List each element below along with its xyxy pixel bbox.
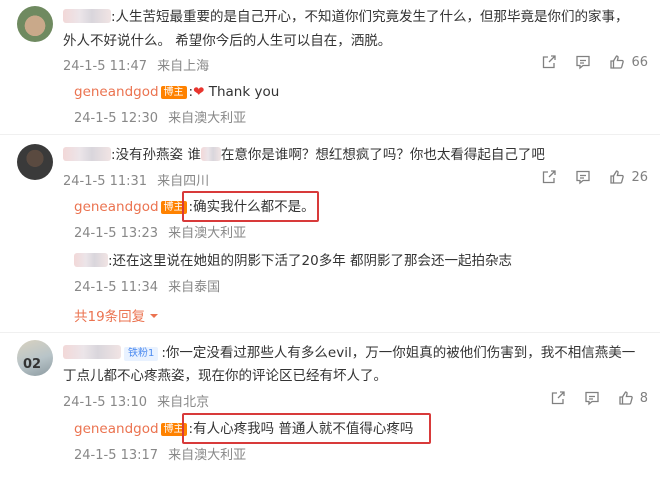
reply-date: 24-1-5 11:34 bbox=[74, 280, 159, 295]
chevron-down-icon bbox=[150, 314, 159, 318]
like-count: 8 bbox=[639, 390, 648, 406]
reply-text: geneandgod 博主:❤ Thank you bbox=[74, 84, 280, 100]
more-replies-link[interactable]: 共19条回复 bbox=[74, 305, 159, 325]
comment-location: 来自四川 bbox=[157, 174, 210, 189]
comment-button[interactable] bbox=[584, 390, 600, 406]
reply-location: 来自澳大利亚 bbox=[168, 226, 247, 241]
comment-meta: 24-1-5 11:31 来自四川 bbox=[63, 170, 219, 189]
like-button[interactable]: 66 bbox=[609, 54, 648, 70]
like-icon bbox=[610, 170, 625, 184]
divider bbox=[0, 134, 660, 135]
like-icon bbox=[619, 391, 633, 405]
heart-emoji: ❤ bbox=[193, 84, 205, 100]
comment-text: :人生苦短最重要的是自己开心，不知道你们究竟发生了什么，但那毕竟是你们的家事， bbox=[63, 8, 629, 26]
share-icon bbox=[543, 170, 557, 184]
comment-location: 来自上海 bbox=[157, 59, 210, 74]
comment-date: 24-1-5 13:10 bbox=[63, 395, 148, 410]
blurred-username[interactable] bbox=[63, 147, 111, 161]
avatar[interactable] bbox=[17, 6, 53, 42]
reply-date: 24-1-5 13:23 bbox=[74, 226, 159, 241]
reply-location: 来自澳大利亚 bbox=[168, 448, 247, 463]
divider bbox=[0, 332, 660, 333]
reply-meta: 24-1-5 13:17 来自澳大利亚 bbox=[74, 444, 256, 463]
comment-icon bbox=[576, 170, 591, 185]
comment-actions: 8 bbox=[532, 390, 648, 406]
host-badge: 博主 bbox=[160, 86, 187, 99]
like-icon bbox=[610, 55, 625, 69]
fan-badge: 铁粉1 bbox=[124, 347, 159, 361]
comment-date: 24-1-5 11:31 bbox=[63, 174, 148, 189]
comment-meta: 24-1-5 13:10 来自北京 bbox=[63, 391, 219, 410]
like-count: 66 bbox=[631, 54, 648, 70]
reply-location: 来自泰国 bbox=[168, 280, 221, 295]
avatar[interactable] bbox=[17, 144, 53, 180]
like-count: 26 bbox=[631, 169, 648, 185]
reply-author[interactable]: geneandgod bbox=[74, 199, 159, 215]
share-button[interactable] bbox=[541, 54, 557, 70]
reply-author[interactable]: geneandgod bbox=[74, 84, 159, 100]
comment-actions: 66 bbox=[523, 54, 648, 70]
blurred-word bbox=[200, 147, 221, 161]
comment-text: 铁粉1:你一定没看过那些人有多么evil，万一你姐真的被他们伤害到，我不相信燕美… bbox=[63, 344, 635, 362]
share-icon bbox=[543, 55, 557, 69]
comment-text-line2: 外人不好说什么。 希望你今后的人生可以自在，洒脱。 bbox=[63, 33, 392, 49]
blurred-username[interactable] bbox=[63, 345, 121, 359]
comment-text-line2: 丁点儿都不心疼燕姿，现在你的评论区已经有坏人了。 bbox=[63, 368, 387, 384]
like-button[interactable]: 26 bbox=[609, 169, 648, 185]
share-button[interactable] bbox=[550, 390, 566, 406]
comment-button[interactable] bbox=[575, 169, 591, 185]
comment-meta: 24-1-5 11:47 来自上海 bbox=[63, 55, 219, 74]
comment-text: :没有孙燕姿 谁在意你是谁啊？想红想疯了吗？你也太看得起自己了吧 bbox=[63, 146, 545, 164]
reply-meta: 24-1-5 12:30 来自澳大利亚 bbox=[74, 107, 256, 126]
reply-date: 24-1-5 12:30 bbox=[74, 111, 159, 126]
comment-button[interactable] bbox=[575, 54, 591, 70]
comment-actions: 26 bbox=[523, 169, 648, 185]
reply-meta: 24-1-5 13:23 来自澳大利亚 bbox=[74, 222, 256, 241]
highlight-box bbox=[182, 413, 431, 444]
reply-location: 来自澳大利亚 bbox=[168, 111, 247, 126]
blurred-username[interactable] bbox=[63, 9, 111, 23]
share-button[interactable] bbox=[541, 169, 557, 185]
reply-date: 24-1-5 13:17 bbox=[74, 448, 159, 463]
highlight-box bbox=[182, 191, 319, 222]
comment-date: 24-1-5 11:47 bbox=[63, 59, 148, 74]
comment-location: 来自北京 bbox=[157, 395, 210, 410]
like-button[interactable]: 8 bbox=[618, 390, 648, 406]
share-icon bbox=[551, 391, 565, 405]
reply-text: :还在这里说在她姐的阴影下活了20多年 都阴影了那会还一起拍杂志 bbox=[74, 252, 512, 270]
comment-icon bbox=[585, 391, 599, 406]
reply-author[interactable]: geneandgod bbox=[74, 421, 159, 437]
comment-icon bbox=[576, 55, 591, 70]
blurred-username[interactable] bbox=[74, 253, 108, 267]
avatar[interactable]: 02 bbox=[17, 340, 53, 376]
reply-meta: 24-1-5 11:34 来自泰国 bbox=[74, 276, 230, 295]
